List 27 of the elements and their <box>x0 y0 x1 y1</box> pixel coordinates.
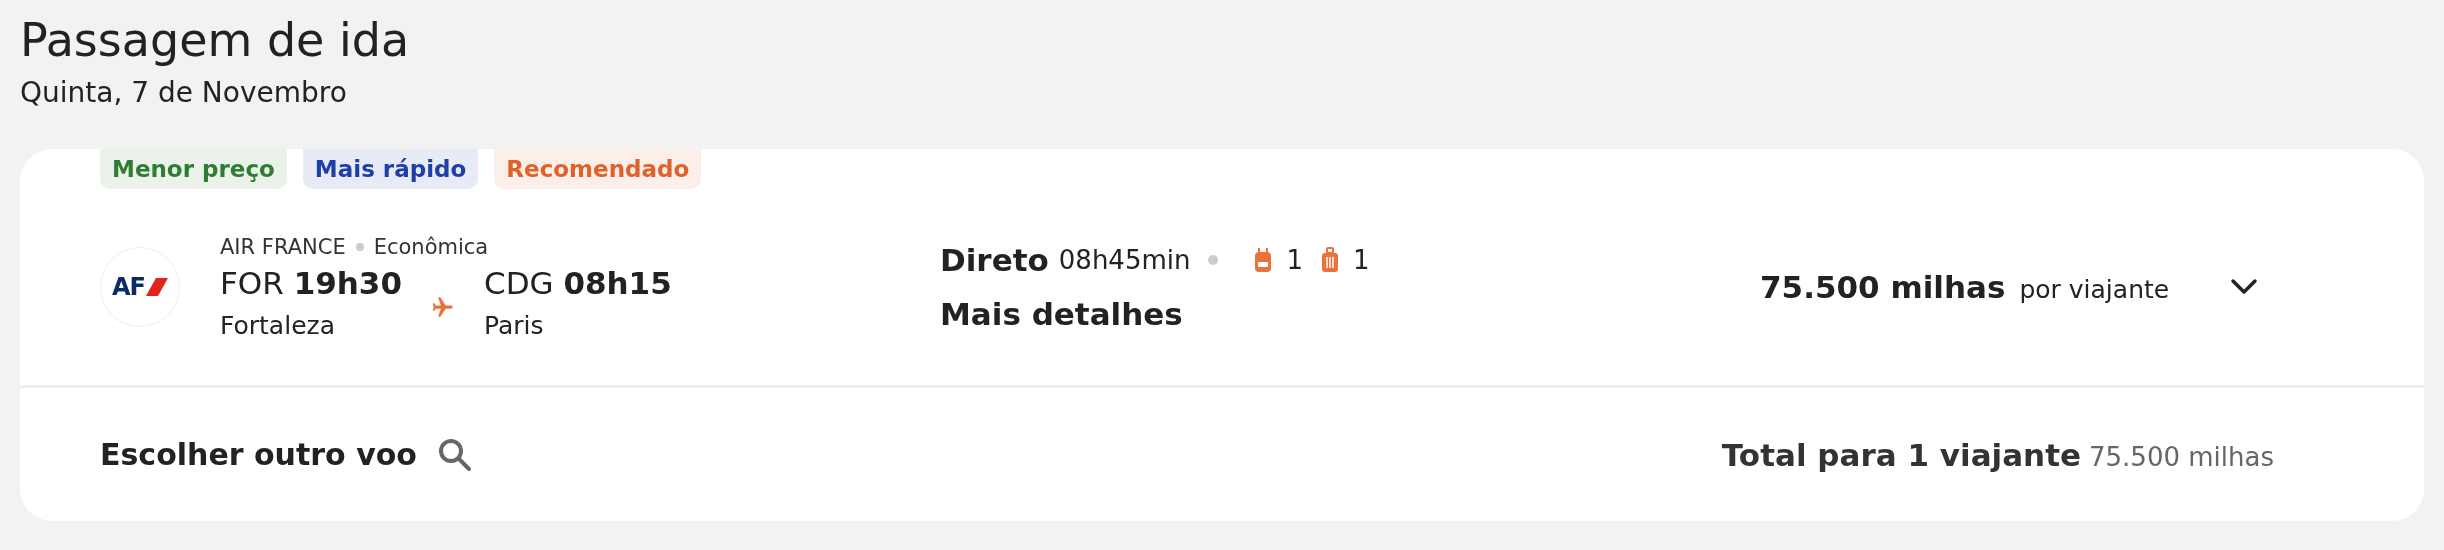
details-link[interactable]: Mais detalhes <box>940 296 1183 332</box>
cabin-class: Econômica <box>373 234 489 259</box>
separator-dot <box>1208 255 1219 265</box>
total-label: Total para 1 viajante <box>1721 436 2081 473</box>
suitcase-icon <box>1321 247 1340 273</box>
total-value: 75.500 milhas <box>2089 441 2274 472</box>
baggage-count: 1 <box>1286 245 1304 275</box>
date-label: Quinta, 7 de Novembro <box>20 76 348 109</box>
baggage-count: 1 <box>1353 245 1370 275</box>
chevron-icon[interactable] <box>2230 278 2258 296</box>
price: 75.500 milhas <box>1760 269 2006 305</box>
choose-other-flight-button[interactable]: Escolher outro voo <box>100 436 473 473</box>
departure-city: Fortaleza <box>220 310 336 340</box>
search-icon <box>436 436 473 473</box>
departure-time: FOR 19h30 <box>220 264 402 301</box>
airline-name: AIR FRANCE <box>220 234 346 259</box>
duration: 08h45min <box>1058 245 1191 275</box>
arrival-city: Paris <box>484 310 545 340</box>
price-unit: por viajante <box>2019 275 2170 304</box>
tag: Recomendado <box>494 149 702 189</box>
backpack-icon <box>1254 247 1273 273</box>
page-title: Passagem de ida <box>20 12 411 69</box>
separator-dot <box>355 242 364 251</box>
arrival-time: CDG 08h15 <box>484 264 672 301</box>
stops-label: Direto <box>940 242 1049 278</box>
tag: Menor preço <box>100 149 287 189</box>
tag: Mais rápido <box>302 149 479 189</box>
